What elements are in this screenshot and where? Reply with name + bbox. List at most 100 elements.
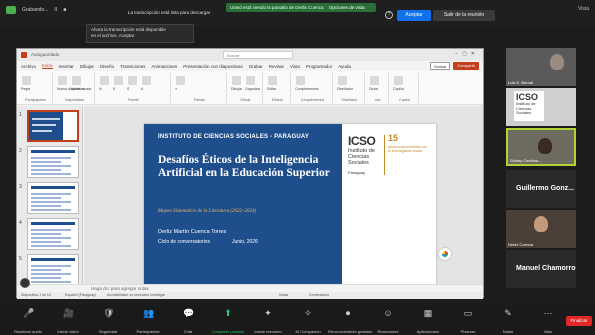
whiteboards-button[interactable]: ▭ Pizarras xyxy=(448,309,488,335)
thumbnail-number: 5 xyxy=(19,256,22,262)
meeting-info-icon[interactable] xyxy=(6,6,16,14)
status-item[interactable]: Notas xyxy=(279,293,288,297)
ribbon-group-label: Copilot xyxy=(399,98,410,102)
status-item[interactable]: Diapositiva 1 de 16 xyxy=(21,293,51,297)
leave-meeting-button[interactable]: Salir de la reunión xyxy=(433,10,495,21)
ppt-search-box[interactable]: Buscar xyxy=(223,51,293,59)
participant-tile[interactable]: ICSO Instituto de Ciencias Sociales xyxy=(506,88,576,126)
ppt-menu-item[interactable]: Grabar xyxy=(249,64,263,69)
ppt-menu-bar: Archivo Inicio Insertar Dibujar Diseño Transi… xyxy=(17,61,483,71)
record-button[interactable]: ⏺ Reconocimiento grabado xyxy=(328,308,372,335)
ppt-ribbon: Pegar Portapapeles Nueva diapositiva Volver… xyxy=(17,71,483,105)
apps-button[interactable]: ▦ Aplicaciones xyxy=(408,309,448,335)
notes-icon: ✎ xyxy=(504,308,512,318)
ribbon-button-icon[interactable] xyxy=(142,76,151,85)
ribbon-button-icon[interactable] xyxy=(128,76,137,85)
anniversary-number: 15 xyxy=(388,133,399,143)
slide-thumbnail[interactable] xyxy=(27,110,79,142)
end-meeting-button[interactable]: Finalizar xyxy=(566,316,592,326)
slide-thumbnail[interactable] xyxy=(27,254,79,286)
participant-video xyxy=(550,54,564,70)
ribbon-group-label: Edición xyxy=(271,98,284,102)
ppt-menu-item[interactable]: Dibujar xyxy=(80,64,94,69)
ribbon-group-label: Voz xyxy=(374,98,381,102)
ribbon-button-icon[interactable] xyxy=(394,76,403,85)
view-menu-button[interactable]: Vista xyxy=(578,6,589,12)
summary-button[interactable]: ✦ Iniciar resumen xyxy=(248,309,288,335)
participant-tile[interactable]: Shirley Carolina... xyxy=(506,128,576,166)
ppt-menu-item[interactable]: Transiciones xyxy=(120,64,145,69)
ribbon-group: Diseñador Diseñador xyxy=(335,73,365,103)
participant-avatar-icon xyxy=(20,278,30,288)
stop-recording-icon[interactable]: ■ xyxy=(63,7,66,13)
ribbon-button-icon[interactable] xyxy=(370,76,379,85)
powerpoint-logo-icon xyxy=(21,52,27,58)
ribbon-button-icon[interactable] xyxy=(114,76,123,85)
ppt-menu-item[interactable]: Revisar xyxy=(269,64,284,69)
chat-button[interactable]: 💬 Chat xyxy=(168,309,208,335)
slide-thumbnail[interactable] xyxy=(27,218,79,250)
ribbon-button-icon[interactable] xyxy=(100,76,109,85)
reactions-button[interactable]: ☺ Reacciones xyxy=(368,309,408,335)
ppt-menu-item[interactable]: Archivo xyxy=(21,64,36,69)
share-button[interactable]: Compartir xyxy=(453,62,479,70)
window-controls[interactable]: –▢✕ xyxy=(455,51,479,57)
copilot-icon[interactable] xyxy=(438,247,452,261)
ppt-menu-item[interactable]: Inicio xyxy=(42,63,53,69)
ppt-menu-item[interactable]: Ayuda xyxy=(338,64,351,69)
accept-button[interactable]: Aceptar xyxy=(397,10,431,21)
pause-recording-icon[interactable]: II xyxy=(54,7,57,13)
notes-placeholder[interactable]: Haga clic para agregar notas xyxy=(91,286,149,291)
ribbon-group-label: Portapapeles xyxy=(25,98,46,102)
participant-tile[interactable]: Luis E. Bernal xyxy=(506,48,576,86)
status-item[interactable]: Comentarios xyxy=(309,293,329,297)
ribbon-button-icon[interactable] xyxy=(246,76,255,85)
toolbar-label: Notas xyxy=(502,329,514,334)
ppt-menu-item[interactable]: Vista xyxy=(290,64,300,69)
help-icon[interactable]: ? xyxy=(385,11,393,19)
participant-tile[interactable]: Guillermo Gonz... xyxy=(506,170,576,208)
ribbon-button-icon[interactable] xyxy=(268,76,277,85)
slide-blue-panel: INSTITUTO DE CIENCIAS SOCIALES - PARAGUA… xyxy=(144,124,342,288)
ribbon-button-icon[interactable] xyxy=(296,76,305,85)
slide-thumbnail[interactable] xyxy=(27,146,79,178)
slide-thumbnail[interactable] xyxy=(27,182,79,214)
ribbon-button-icon[interactable] xyxy=(338,76,347,85)
transcript-tooltip: Ahora la transcripción está disponible e… xyxy=(86,24,194,43)
view-options-button[interactable]: Opciones de vista xyxy=(329,5,365,10)
ppt-menu-item[interactable]: Diseño xyxy=(100,64,114,69)
ribbon-button-icon[interactable] xyxy=(176,76,185,85)
share-screen-button[interactable]: ⬆ Compartir pantalla xyxy=(208,309,248,335)
record-button[interactable]: Grabar xyxy=(429,62,451,70)
ribbon-button-icon[interactable] xyxy=(58,76,67,85)
more-button[interactable]: ⋯ Más xyxy=(528,309,568,335)
ppt-menu-item[interactable]: Animaciones xyxy=(151,64,177,69)
participant-tile[interactable]: Manuel Chamorro xyxy=(506,250,576,288)
ribbon-button-icon[interactable] xyxy=(232,76,241,85)
ppt-menu-item[interactable]: Presentación con diapositivas xyxy=(183,64,243,69)
more-icon: ⋯ xyxy=(543,308,553,318)
slide-date: Junio, 2026 xyxy=(232,239,258,245)
ppt-status-area: Haga clic para agregar notas Diapositiva… xyxy=(17,284,483,299)
viewing-share-text: Usted está viendo la pantalla de Derlis … xyxy=(230,5,324,10)
autosave-label[interactable]: Autoguardado xyxy=(31,52,59,57)
notes-button[interactable]: ✎ Notas xyxy=(488,309,528,335)
security-button[interactable]: 🛡 Seguridad xyxy=(88,309,128,335)
unmute-audio-icon: 🎤 xyxy=(23,308,35,318)
unmute-audio-button[interactable]: 🎤 Reactivar audio xyxy=(8,309,48,335)
status-item[interactable]: Español (Paraguay) xyxy=(65,293,96,297)
ppt-menu-item[interactable]: Programador xyxy=(306,64,332,69)
ai-companion-button[interactable]: ✧ AI Companion xyxy=(288,309,328,335)
status-item[interactable]: Accesibilidad: es necesario investigar xyxy=(107,293,165,297)
toolbar-label: Pizarras xyxy=(460,329,476,334)
ppt-menu-item[interactable]: Insertar xyxy=(59,64,74,69)
icso-avatar: ICSO Instituto de Ciencias Sociales xyxy=(514,91,544,121)
ribbon-button-icon[interactable] xyxy=(72,76,81,85)
start-video-button[interactable]: 🎥 Iniciar video xyxy=(48,309,88,335)
ribbon-group: Complementos Complementos xyxy=(293,73,333,103)
participant-tile[interactable]: Derliz Cuenca xyxy=(506,210,576,248)
record-icon: ⏺ xyxy=(345,308,351,318)
participants-button[interactable]: 👥 Participantes xyxy=(128,309,168,335)
ribbon-button-icon[interactable] xyxy=(22,76,31,85)
current-slide[interactable]: INSTITUTO DE CIENCIAS SOCIALES - PARAGUA… xyxy=(144,124,436,288)
